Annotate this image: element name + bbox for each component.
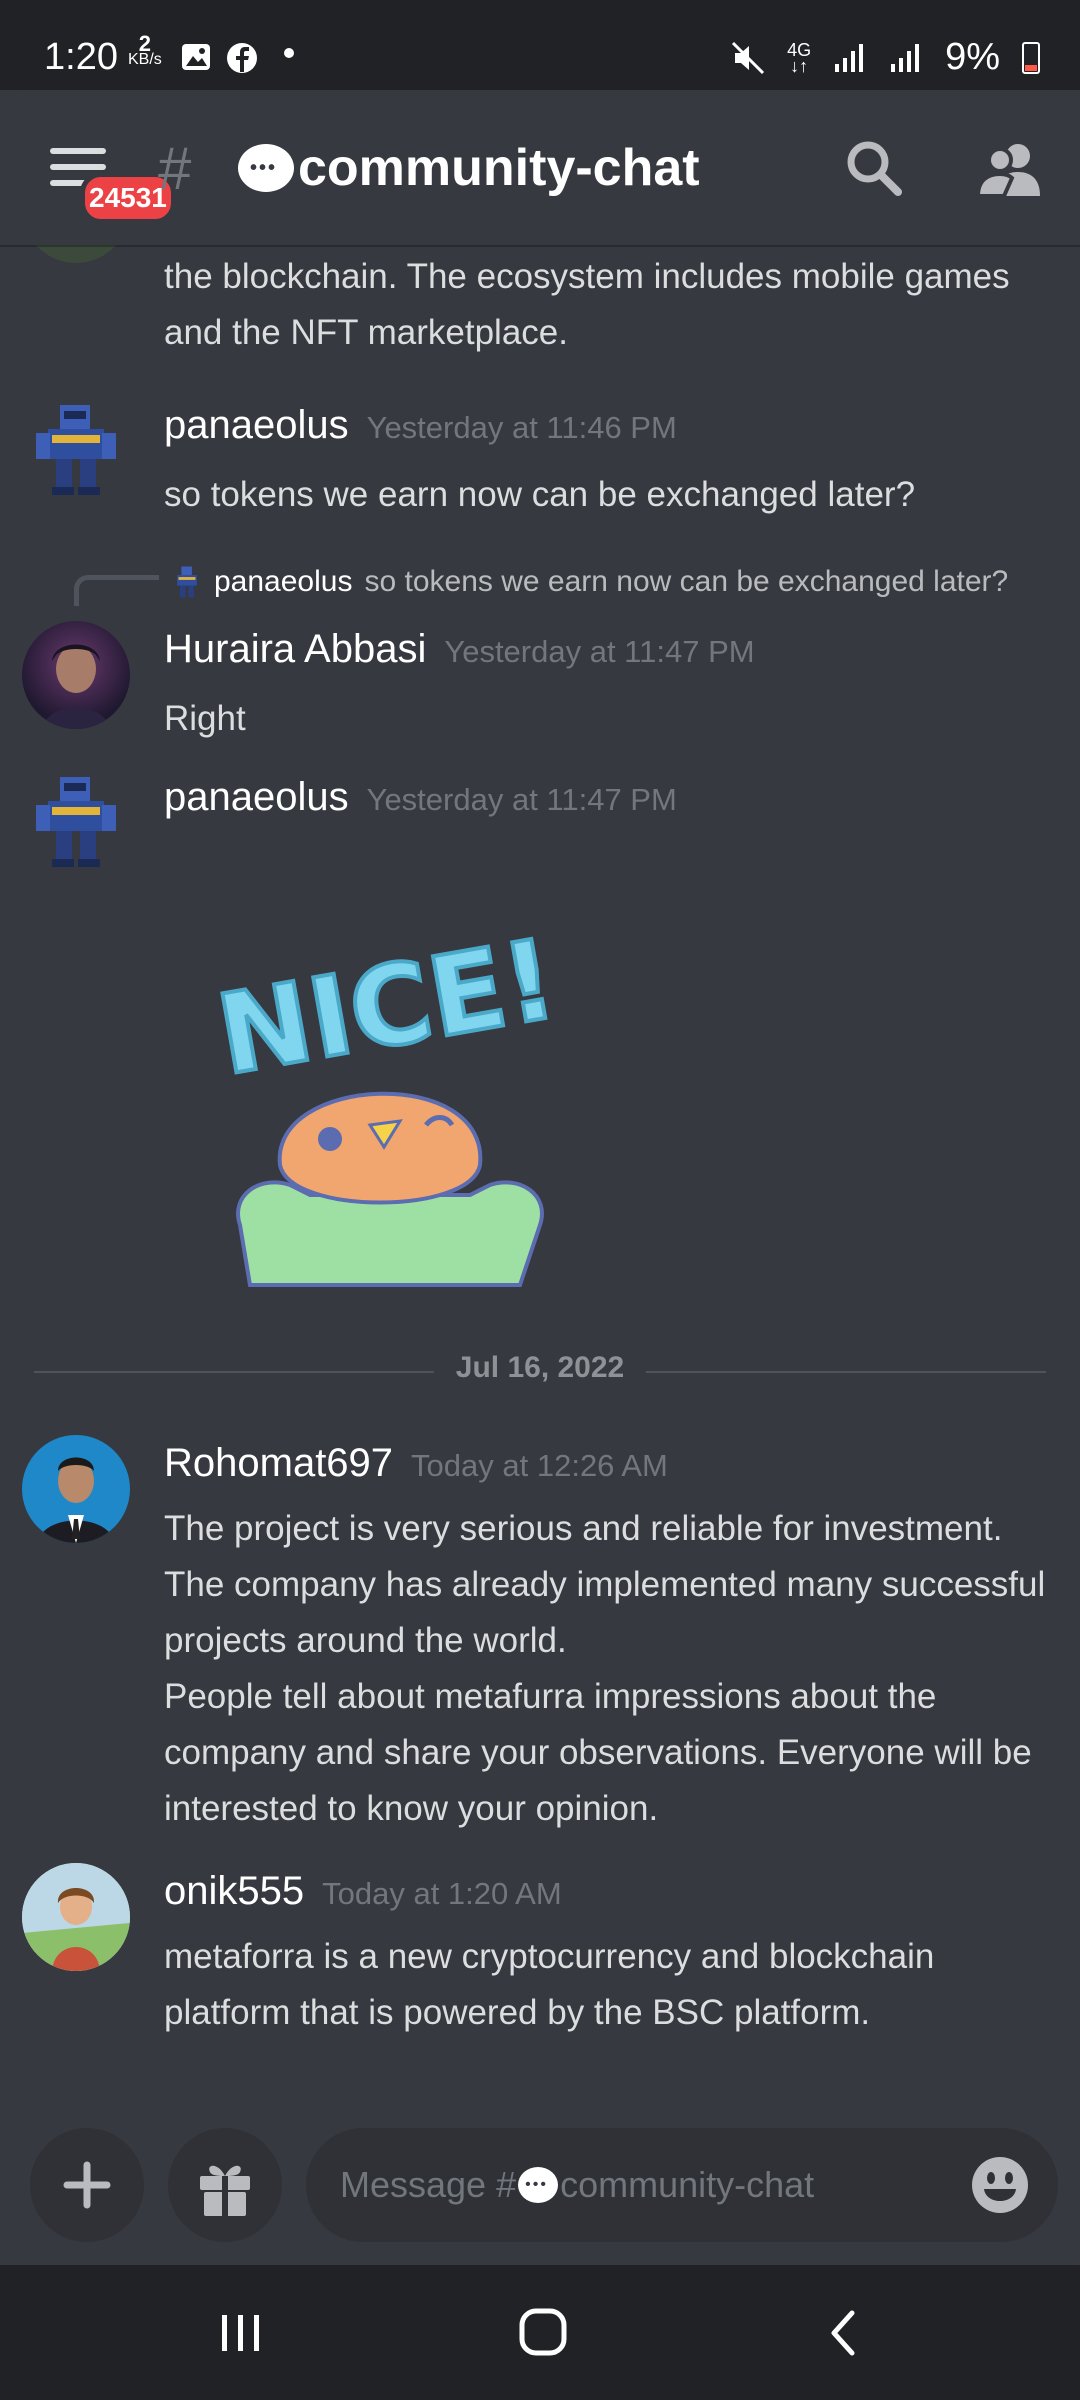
reply-connector — [74, 575, 159, 606]
back-icon[interactable] — [810, 2303, 880, 2363]
portrait-icon — [38, 1457, 114, 1543]
message-text: The project is very serious and reliable… — [164, 1509, 1046, 1828]
reply-author: panaeolus — [214, 565, 353, 598]
message-timestamp: Yesterday at 11:47 PM — [366, 782, 677, 817]
gift-icon — [200, 2165, 250, 2216]
pixel-knight-icon — [168, 563, 206, 601]
message-input[interactable]: Message # ••• community-chat — [306, 2128, 1058, 2242]
avatar-panaeolus[interactable] — [22, 767, 130, 875]
speech-bubble-icon: ••• — [238, 144, 294, 192]
sticker-label: NICE! — [209, 925, 565, 1100]
home-icon[interactable] — [508, 2303, 578, 2363]
reply-reference[interactable]: panaeolus so tokens we earn now can be e… — [168, 563, 1008, 601]
data-speed-value: 2 — [138, 31, 152, 56]
facebook-icon — [227, 43, 257, 73]
message-author: Huraira Abbasi Yesterday at 11:47 PM — [164, 627, 755, 672]
message-text: METAFORRA is a Play & Earn ecosystem tha… — [164, 257, 1010, 352]
message-text: Right — [164, 699, 246, 738]
author-name[interactable]: onik555 — [164, 1869, 304, 1913]
message-text: metaforra is a new cryptocurrency and bl… — [164, 1937, 935, 2032]
network-type: 4G ↓↑ — [787, 39, 812, 76]
message-text: so tokens we earn now can be exchanged l… — [164, 475, 916, 514]
mute-icon — [732, 41, 765, 74]
data-speed: 2 KB/s — [128, 31, 162, 68]
pixel-knight-icon — [22, 767, 130, 875]
message-author: panaeolus Yesterday at 11:46 PM — [164, 403, 677, 448]
signal-icon-2 — [891, 43, 920, 72]
hash-icon: # — [158, 135, 192, 202]
message-timestamp: Yesterday at 11:47 PM — [444, 634, 755, 669]
speech-bubble-icon: ••• — [518, 2167, 559, 2203]
status-time: 1:20 — [44, 36, 118, 78]
placeholder-channel: community-chat — [560, 2164, 815, 2205]
message-timestamp: Today at 12:26 AM — [411, 1448, 668, 1483]
author-name[interactable]: panaeolus — [164, 775, 349, 819]
channel-title: ••• community-chat — [238, 138, 700, 198]
message-author: panaeolus Yesterday at 11:47 PM — [164, 775, 677, 820]
search-icon[interactable] — [840, 134, 910, 204]
gift-button[interactable] — [168, 2128, 282, 2242]
status-right: 4G ↓↑ 9% — [731, 36, 1040, 79]
data-speed-unit: KB/s — [128, 51, 162, 68]
attach-button[interactable] — [30, 2128, 144, 2242]
reply-avatar — [168, 563, 206, 601]
signal-icon — [835, 43, 864, 72]
plus-icon — [63, 2161, 111, 2209]
avatar-huraira-abbasi[interactable] — [22, 621, 130, 729]
notification-dot-icon — [284, 48, 294, 58]
message-author: Rohomat697 Today at 12:26 AM — [164, 1441, 668, 1486]
author-name[interactable]: Huraira Abbasi — [164, 627, 426, 671]
message-list[interactable]: METAFORRA is a Play & Earn ecosystem tha… — [0, 245, 1080, 2105]
message-composer: Message # ••• community-chat — [0, 2105, 1080, 2265]
message-timestamp: Today at 1:20 AM — [322, 1876, 562, 1911]
channel-header: 24531 # ••• community-chat — [0, 90, 1080, 245]
emoji-icon[interactable] — [970, 2155, 1030, 2215]
pixel-knight-icon — [22, 395, 130, 503]
placeholder-prefix: Message # — [340, 2164, 517, 2205]
date-divider-label: Jul 16, 2022 — [433, 1351, 647, 1385]
nice-bird-sticker[interactable]: NICE! — [190, 925, 590, 1325]
avatar-panaeolus[interactable] — [22, 395, 130, 503]
network-label: 4G — [787, 39, 812, 60]
author-name[interactable]: Rohomat697 — [164, 1441, 393, 1485]
battery-icon — [1022, 41, 1040, 74]
avatar-onik555[interactable] — [22, 1863, 130, 1971]
author-name[interactable]: panaeolus — [164, 403, 349, 447]
members-icon[interactable] — [974, 134, 1044, 204]
recent-apps-icon[interactable] — [206, 2303, 276, 2363]
reply-text: so tokens we earn now can be exchanged l… — [364, 565, 1009, 598]
battery-percent: 9% — [945, 36, 1000, 78]
message-timestamp: Yesterday at 11:46 PM — [366, 410, 677, 445]
avatar[interactable] — [22, 245, 130, 263]
portrait-icon — [42, 644, 110, 729]
gallery-icon — [182, 44, 210, 70]
message-author: onik555 Today at 1:20 AM — [164, 1869, 562, 1914]
date-divider: Jul 16, 2022 — [34, 1351, 1046, 1385]
status-bar: 1:20 2 KB/s 4G ↓↑ 9% — [0, 0, 1080, 90]
avatar-rohomat697[interactable] — [22, 1435, 130, 1543]
system-nav-bar — [0, 2265, 1080, 2400]
channel-name: community-chat — [298, 139, 700, 197]
portrait-icon — [22, 1863, 130, 1971]
